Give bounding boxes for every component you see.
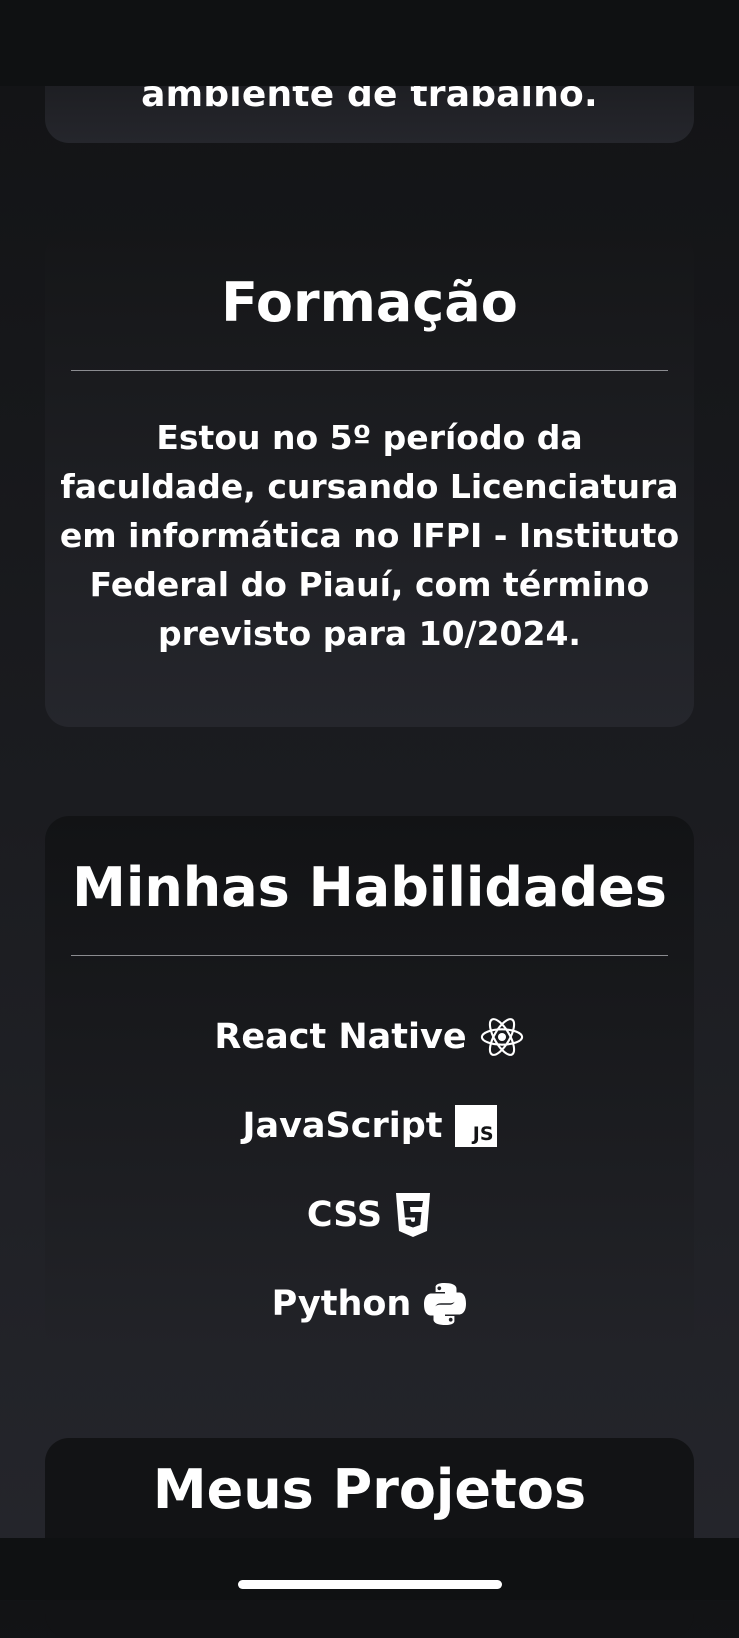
skill-item-react-native: React Native xyxy=(45,992,694,1081)
css3-icon xyxy=(394,1192,432,1237)
projetos-title: Meus Projetos xyxy=(152,1458,587,1521)
status-bar xyxy=(0,0,739,86)
skill-label: JavaScript xyxy=(242,1105,443,1146)
python-icon xyxy=(423,1282,467,1326)
react-icon xyxy=(479,1014,525,1060)
habilidades-card: Minhas Habilidades React Native JavaScri… xyxy=(45,816,694,1352)
skill-label: React Native xyxy=(214,1016,467,1057)
skill-item-python: Python xyxy=(45,1259,694,1348)
habilidades-title: Minhas Habilidades xyxy=(72,856,667,919)
formacao-title: Formação xyxy=(221,271,518,334)
skill-item-css: CSS xyxy=(45,1170,694,1259)
skills-list: React Native JavaScript JS CSS Python xyxy=(45,956,694,1348)
javascript-icon: JS xyxy=(454,1104,497,1147)
home-indicator[interactable] xyxy=(238,1580,502,1589)
skill-label: CSS xyxy=(306,1194,383,1235)
skill-label: Python xyxy=(271,1283,412,1324)
formacao-card: Formação Estou no 5º período da faculdad… xyxy=(45,231,694,727)
formacao-text: Estou no 5º período da faculdade, cursan… xyxy=(59,418,680,653)
skill-item-javascript: JavaScript JS xyxy=(45,1081,694,1170)
javascript-badge: JS xyxy=(454,1104,497,1147)
home-bar xyxy=(0,1538,739,1600)
